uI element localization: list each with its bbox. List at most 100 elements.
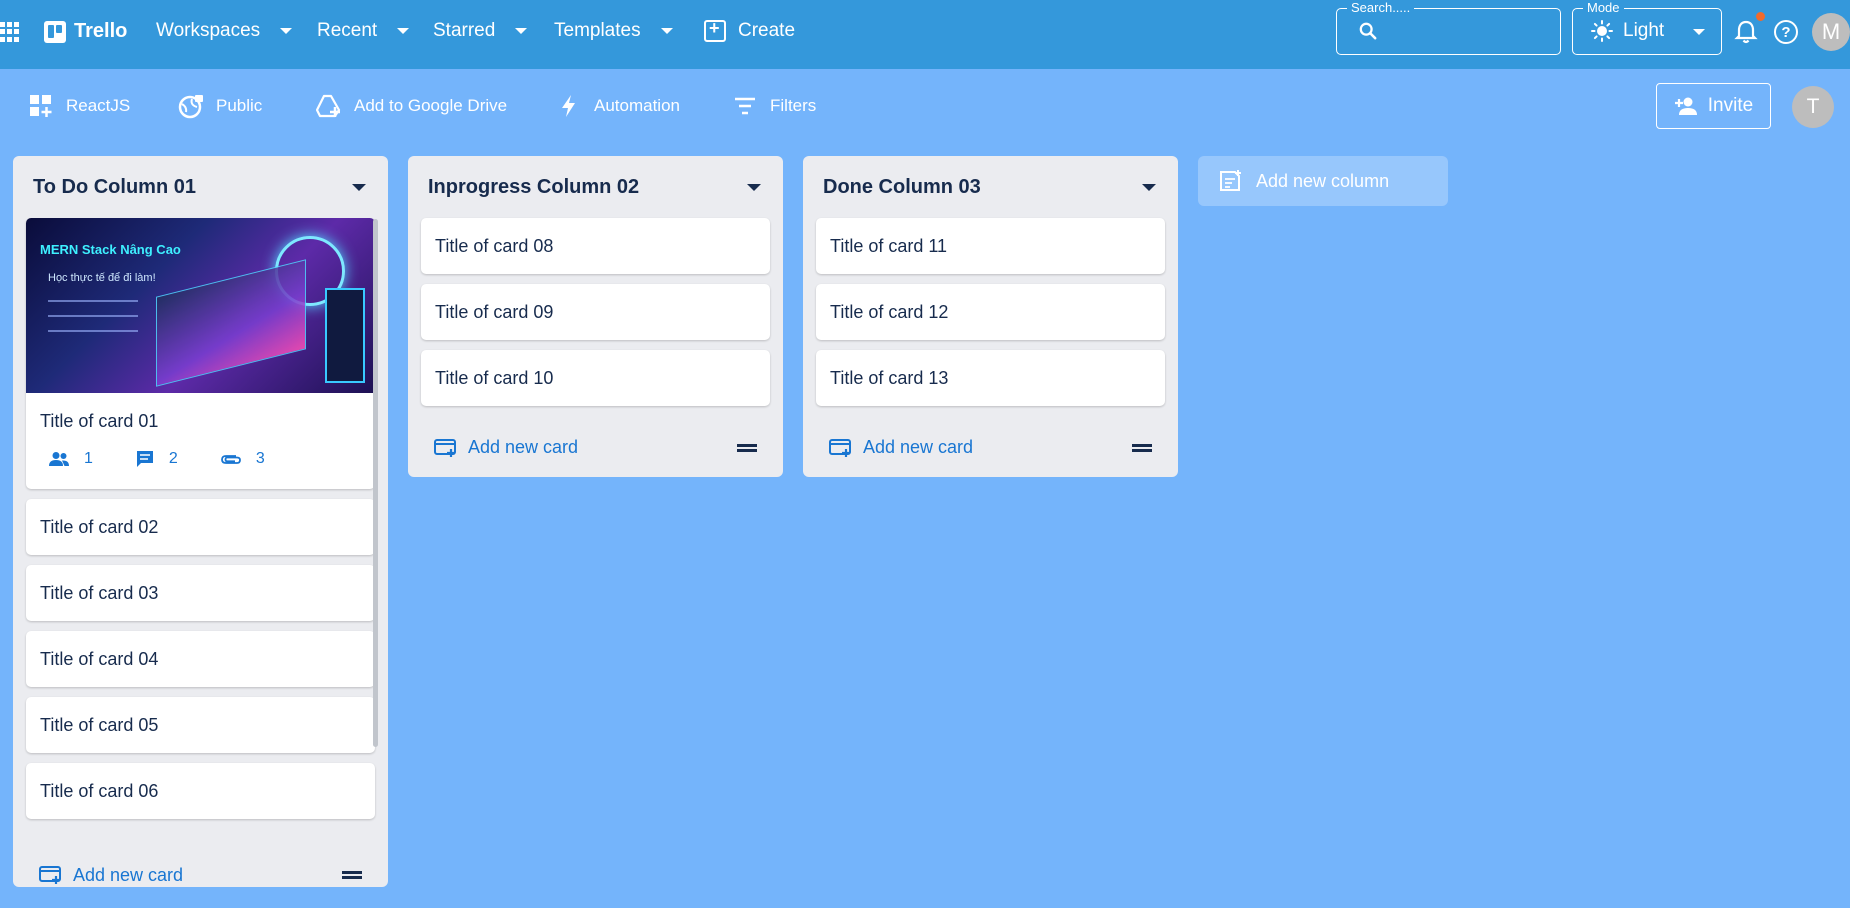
column-menu-icon[interactable] — [352, 183, 366, 191]
card[interactable]: Title of card 06 — [26, 763, 375, 819]
add-column-button[interactable]: Add new column — [1198, 156, 1448, 206]
card[interactable]: Title of card 02 — [26, 499, 375, 555]
nav-recent-label: Recent — [317, 20, 378, 41]
help-icon[interactable]: ? — [1774, 20, 1798, 44]
add-card-label: Add new card — [73, 864, 184, 885]
drive-add-icon — [316, 94, 341, 118]
mode-label: Mode — [1583, 0, 1624, 15]
mode-value: Light — [1623, 20, 1665, 41]
board-name-chip[interactable]: ReactJS — [28, 93, 130, 119]
search-icon — [1359, 22, 1377, 40]
card[interactable]: Title of card 09 — [421, 284, 770, 340]
nav-templates[interactable]: Templates — [554, 20, 673, 42]
column-done[interactable]: Done Column 03 Title of card 11 Title of… — [803, 156, 1178, 477]
chevron-down-icon — [660, 28, 673, 34]
board-name: ReactJS — [66, 96, 131, 115]
person-add-icon — [1674, 97, 1697, 115]
add-card-button[interactable]: Add new card — [39, 865, 183, 886]
comments-count[interactable]: 2 — [135, 449, 178, 469]
brand-name: Trello — [74, 20, 128, 42]
search-input[interactable]: Search..... — [1336, 0, 1561, 55]
card[interactable]: Title of card 11 — [816, 218, 1165, 274]
card-meta: 1 2 3 — [26, 449, 375, 489]
nav-recent[interactable]: Recent — [317, 20, 410, 42]
card[interactable]: Title of card 10 — [421, 350, 770, 406]
card[interactable]: Title of card 03 — [26, 565, 375, 621]
drag-handle-icon[interactable] — [737, 443, 757, 452]
card-title: Title of card 04 — [40, 648, 159, 669]
members-count[interactable]: 1 — [48, 449, 93, 469]
invite-label: Invite — [1707, 95, 1754, 116]
card[interactable]: Title of card 12 — [816, 284, 1165, 340]
automation-chip[interactable]: Automation — [556, 93, 680, 119]
card-list: Title of card 08 Title of card 09 Title … — [408, 218, 783, 406]
cover-title: MERN Stack Nâng Cao — [40, 242, 181, 257]
mode-select[interactable]: Mode Light — [1572, 0, 1722, 55]
brand[interactable]: Trello — [44, 20, 127, 43]
card-with-cover[interactable]: MERN Stack Nâng Cao Học thực tế để đi là… — [26, 218, 375, 489]
column-scrollbar[interactable] — [373, 219, 378, 747]
add-card-icon — [39, 866, 61, 884]
chevron-down-icon — [1693, 29, 1705, 35]
add-card-button[interactable]: Add new card — [829, 437, 973, 458]
avatar[interactable]: M — [1812, 13, 1850, 51]
apps-grid-icon[interactable] — [0, 22, 20, 42]
add-card-button[interactable]: Add new card — [434, 437, 578, 458]
cover-subtitle: Học thực tế để đi làm! — [48, 272, 156, 284]
attachments-count[interactable]: 3 — [220, 449, 265, 469]
globe-lock-icon — [178, 95, 203, 119]
member-avatar[interactable]: T — [1792, 86, 1834, 128]
drag-handle-icon[interactable] — [1132, 443, 1152, 452]
card[interactable]: Title of card 08 — [421, 218, 770, 274]
drag-handle-icon[interactable] — [342, 871, 362, 879]
add-card-label: Add new card — [863, 437, 974, 457]
create-label: Create — [738, 20, 796, 41]
card-title: Title of card 06 — [40, 780, 159, 801]
card[interactable]: Title of card 05 — [26, 697, 375, 753]
invite-button[interactable]: Invite — [1656, 83, 1771, 129]
add-card-label: Add new card — [468, 437, 579, 457]
add-card-icon — [829, 438, 851, 457]
add-card-icon — [434, 438, 456, 457]
chevron-down-icon — [515, 28, 528, 34]
attachment-icon — [220, 455, 241, 464]
note-add-icon — [1220, 170, 1241, 191]
card-title: Title of card 02 — [40, 516, 159, 537]
card-title: Title of card 08 — [435, 235, 554, 256]
chevron-down-icon — [280, 28, 293, 34]
chevron-down-icon — [397, 28, 410, 34]
nav-workspaces-label: Workspaces — [156, 20, 261, 41]
card-title: Title of card 09 — [435, 301, 554, 322]
column-menu-icon[interactable] — [747, 183, 761, 191]
add-column-label: Add new column — [1256, 170, 1390, 191]
card-title: Title of card 12 — [830, 301, 949, 322]
card-title: Title of card 05 — [40, 714, 159, 735]
card-title: Title of card 11 — [830, 235, 948, 256]
card-cover-image: MERN Stack Nâng Cao Học thực tế để đi là… — [26, 218, 375, 393]
column-todo[interactable]: To Do Column 01 MERN Stack Nâng Cao Học … — [13, 156, 388, 887]
column-title: Inprogress Column 02 — [428, 175, 640, 198]
column-footer: Add new card — [803, 416, 1178, 479]
filters-chip[interactable]: Filters — [732, 93, 816, 119]
visibility-chip[interactable]: Public — [178, 93, 262, 119]
bell-icon[interactable] — [1734, 19, 1758, 45]
google-drive-chip[interactable]: Add to Google Drive — [316, 93, 507, 119]
group-icon — [49, 452, 69, 466]
column-menu-icon[interactable] — [1142, 183, 1156, 191]
column-title: Done Column 03 — [823, 175, 981, 198]
search-label: Search..... — [1347, 0, 1415, 15]
automation-label: Automation — [594, 96, 680, 115]
card[interactable]: Title of card 04 — [26, 631, 375, 687]
create-button[interactable]: Create — [704, 18, 796, 42]
add-box-icon — [704, 18, 726, 42]
column-title: To Do Column 01 — [33, 175, 196, 198]
column-footer: Add new card — [13, 841, 388, 908]
card-title: Title of card 01 — [40, 410, 159, 431]
nav-starred[interactable]: Starred — [433, 20, 528, 42]
card[interactable]: Title of card 13 — [816, 350, 1165, 406]
card-title: Title of card 10 — [435, 367, 554, 388]
comment-icon — [136, 451, 153, 467]
nav-workspaces[interactable]: Workspaces — [156, 20, 293, 42]
drive-label: Add to Google Drive — [354, 96, 508, 115]
column-inprogress[interactable]: Inprogress Column 02 Title of card 08 Ti… — [408, 156, 783, 477]
